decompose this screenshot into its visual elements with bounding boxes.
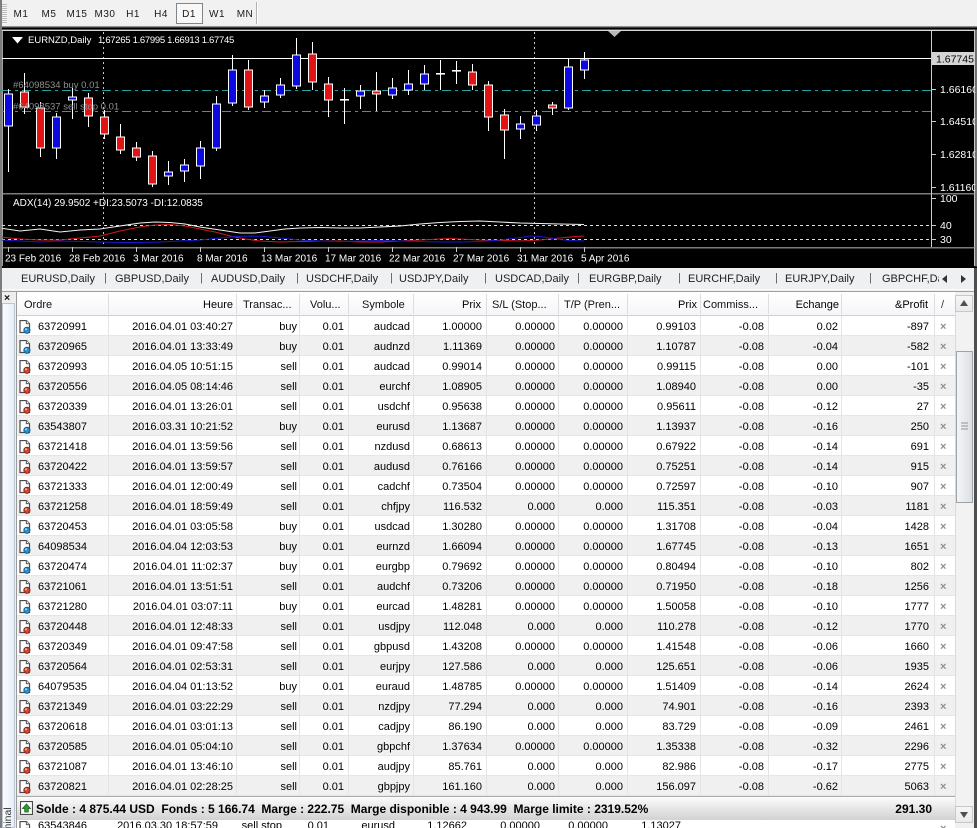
svg-text:40: 40 bbox=[940, 220, 952, 232]
svg-text:28 Feb 2016: 28 Feb 2016 bbox=[69, 254, 126, 265]
svg-text:1.62810: 1.62810 bbox=[940, 149, 977, 161]
svg-text:22 Mar 2016: 22 Mar 2016 bbox=[389, 254, 446, 265]
svg-text:#64098537 sell stop 0.01: #64098537 sell stop 0.01 bbox=[13, 102, 119, 113]
svg-text:EURNZD,Daily: EURNZD,Daily bbox=[28, 35, 92, 46]
svg-text:23 Feb 2016: 23 Feb 2016 bbox=[5, 254, 62, 265]
svg-text:#64098534 buy 0.01: #64098534 buy 0.01 bbox=[13, 80, 100, 91]
svg-text:1.67745: 1.67745 bbox=[936, 54, 974, 66]
svg-text:5 Apr 2016: 5 Apr 2016 bbox=[581, 254, 630, 265]
svg-text:1.67265 1.67995 1.66913 1.6774: 1.67265 1.67995 1.66913 1.67745 bbox=[98, 35, 234, 46]
svg-text:1.64510: 1.64510 bbox=[940, 116, 977, 128]
svg-text:100: 100 bbox=[940, 193, 958, 205]
svg-text:ADX(14) 29.9502 +DI:23.5073 -D: ADX(14) 29.9502 +DI:23.5073 -DI:12.0835 bbox=[13, 198, 203, 209]
svg-text:31 Mar 2016: 31 Mar 2016 bbox=[517, 254, 574, 265]
svg-text:27 Mar 2016: 27 Mar 2016 bbox=[453, 254, 510, 265]
svg-text:13 Mar 2016: 13 Mar 2016 bbox=[261, 254, 318, 265]
svg-text:8 Mar 2016: 8 Mar 2016 bbox=[197, 254, 248, 265]
svg-text:30: 30 bbox=[940, 234, 952, 246]
svg-text:1.66160: 1.66160 bbox=[940, 84, 977, 96]
svg-text:17 Mar 2016: 17 Mar 2016 bbox=[325, 254, 382, 265]
svg-text:3 Mar 2016: 3 Mar 2016 bbox=[133, 254, 184, 265]
